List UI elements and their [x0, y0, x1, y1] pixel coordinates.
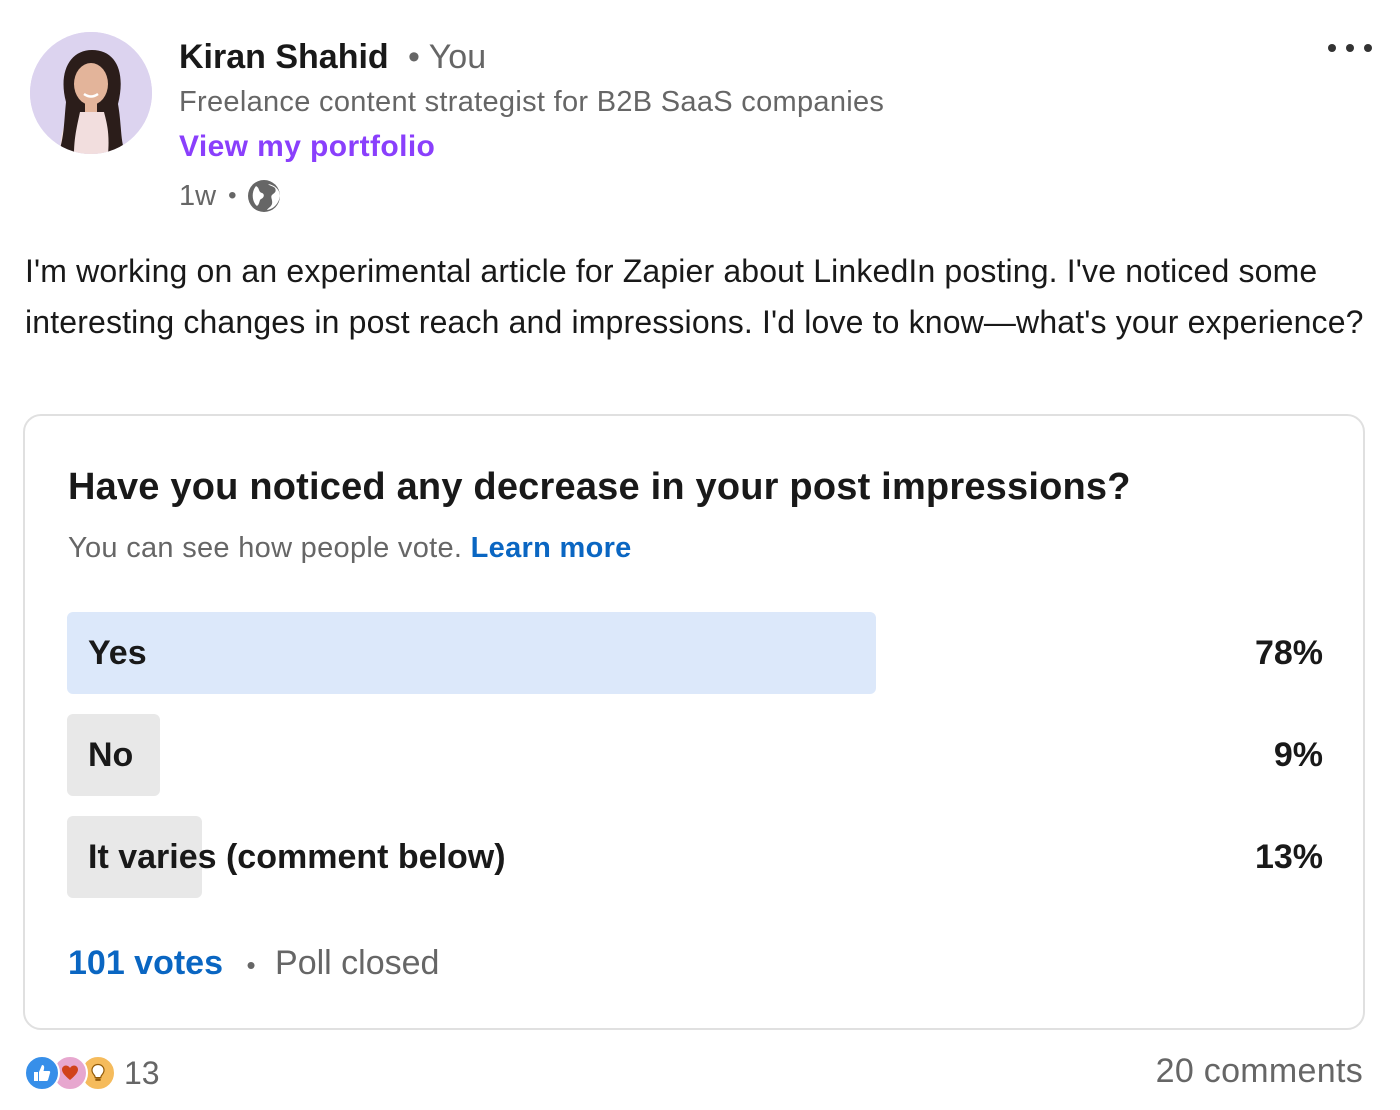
author-relation: • You: [408, 38, 487, 76]
learn-more-link[interactable]: Learn more: [471, 532, 632, 564]
post-text: I'm working on an experimental article f…: [25, 253, 1364, 340]
like-icon: [24, 1055, 60, 1091]
portfolio-link[interactable]: View my portfolio: [179, 130, 435, 164]
poll-footer: 101 votes • Poll closed: [68, 944, 439, 983]
poll-option-percent: 9%: [1273, 736, 1323, 774]
poll-option-yes[interactable]: Yes 78%: [67, 612, 1323, 694]
author-avatar[interactable]: [30, 32, 152, 154]
meta-separator: •: [228, 182, 237, 209]
more-options-button[interactable]: [1328, 34, 1372, 62]
poll-question: Have you noticed any decrease in your po…: [68, 466, 1131, 508]
dot-icon: [1346, 44, 1354, 52]
post-time: 1w: [179, 179, 217, 212]
author-name[interactable]: Kiran Shahid: [179, 38, 389, 77]
avatar-image: [30, 32, 152, 154]
globe-icon: [246, 178, 282, 214]
poll-result-bar: [67, 612, 876, 694]
poll-option-no[interactable]: No 9%: [67, 714, 1323, 796]
dot-icon: [1364, 44, 1372, 52]
poll-option-percent: 13%: [1254, 838, 1323, 876]
reactions-summary[interactable]: 13: [24, 1050, 160, 1096]
vote-count-link[interactable]: 101 votes: [68, 944, 223, 982]
poll-status: Poll closed: [275, 944, 440, 982]
poll-option-it-varies[interactable]: It varies (comment below) 13%: [67, 816, 1323, 898]
author-headline: Freelance content strategist for B2B Saa…: [179, 86, 885, 118]
post-meta: 1w •: [179, 176, 282, 216]
poll-note-text: You can see how people vote.: [68, 532, 463, 564]
poll-option-percent: 78%: [1254, 634, 1323, 672]
poll-visibility-note: You can see how people vote. Learn more: [68, 532, 632, 565]
poll-option-label: No: [88, 736, 134, 774]
comments-count-link[interactable]: 20 comments: [1156, 1052, 1363, 1091]
poll-option-label: It varies (comment below): [88, 838, 506, 876]
reaction-count: 13: [124, 1054, 160, 1091]
dot-icon: [1328, 44, 1336, 52]
poll-option-label: Yes: [88, 634, 147, 672]
footer-separator: •: [246, 950, 256, 980]
poll-card: Have you noticed any decrease in your po…: [23, 414, 1365, 1030]
